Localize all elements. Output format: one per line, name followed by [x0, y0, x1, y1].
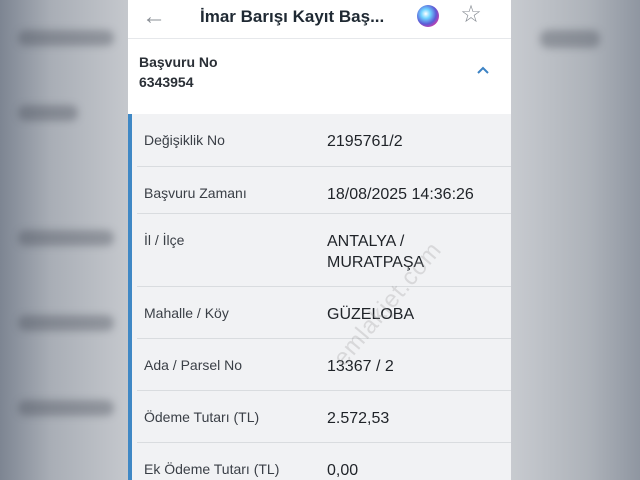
blurred-text: [18, 30, 114, 46]
application-number-label: Başvuru No: [139, 54, 218, 70]
detail-label: Ada / Parsel No: [144, 357, 243, 373]
detail-row: Ada / Parsel No 13367 / 2: [137, 339, 511, 391]
chevron-up-icon[interactable]: [475, 63, 491, 79]
page-title: İmar Barışı Kayıt Baş...: [200, 7, 385, 26]
blurred-text: [18, 105, 78, 121]
application-header[interactable]: Başvuru No 6343954: [128, 38, 511, 115]
blurred-text: [18, 315, 114, 331]
detail-label: Mahalle / Köy: [144, 305, 229, 321]
detail-value-line: ANTALYA /: [327, 233, 405, 250]
detail-label: Ek Ödeme Tutarı (TL): [144, 461, 280, 477]
detail-value: 2.572,53: [327, 410, 390, 427]
star-icon[interactable]: ☆: [458, 2, 484, 28]
blurred-text: [540, 30, 600, 48]
app-screen: ← İmar Barışı Kayıt Baş... ☆ Başvuru No …: [128, 0, 511, 480]
detail-value: 2195761/2: [327, 133, 403, 150]
detail-row: Başvuru Zamanı 18/08/2025 14:36:26: [137, 167, 511, 214]
details-panel: Değişiklik No 2195761/2 Başvuru Zamanı 1…: [128, 114, 511, 480]
detail-label: Başvuru Zamanı: [144, 185, 247, 201]
back-arrow-icon[interactable]: ←: [142, 5, 170, 29]
detail-label: İl / İlçe: [144, 232, 185, 248]
navigation-bar: ← İmar Barışı Kayıt Baş... ☆: [128, 0, 511, 38]
detail-value: 0,00: [327, 462, 359, 479]
detail-label: Ödeme Tutarı (TL): [144, 409, 260, 425]
blurred-text: [18, 230, 114, 246]
detail-row: Değişiklik No 2195761/2: [137, 114, 511, 167]
application-number: 6343954: [139, 74, 194, 90]
detail-label: Değişiklik No: [144, 132, 225, 148]
background-left: [0, 0, 128, 480]
detail-row: İl / İlçe ANTALYA / MURATPAŞA: [137, 214, 511, 287]
siri-icon[interactable]: [417, 5, 439, 27]
detail-row: Ek Ödeme Tutarı (TL) 0,00: [137, 443, 511, 480]
blurred-text: [18, 400, 114, 416]
background-right: [510, 0, 640, 480]
detail-value: 18/08/2025 14:36:26: [327, 186, 474, 203]
accent-bar: [128, 114, 132, 480]
detail-row: Mahalle / Köy GÜZELOBA: [137, 287, 511, 339]
detail-row: Ödeme Tutarı (TL) 2.572,53: [137, 391, 511, 443]
